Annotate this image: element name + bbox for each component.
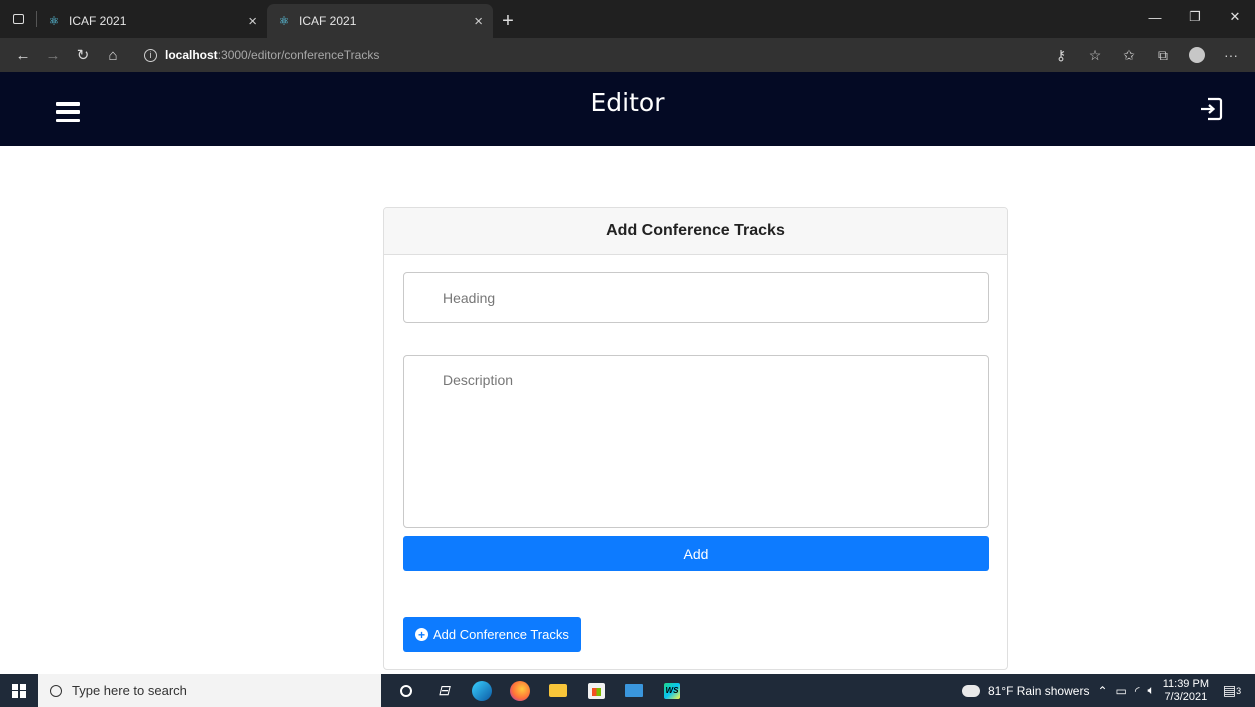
new-tab-button[interactable]: + bbox=[493, 4, 523, 38]
home-icon[interactable]: ⌂ bbox=[98, 40, 128, 70]
taskbar: Type here to search ⊟ WS 81°F Rain showe… bbox=[0, 674, 1255, 707]
react-icon: ⚛ bbox=[48, 14, 60, 28]
heading-input[interactable] bbox=[403, 272, 989, 323]
tab-title: ICAF 2021 bbox=[299, 14, 357, 28]
close-window-icon[interactable]: ✕ bbox=[1215, 0, 1255, 34]
add-tracks-label: Add Conference Tracks bbox=[433, 627, 569, 642]
url-path: :3000/editor/conferenceTracks bbox=[217, 48, 380, 62]
weather-text[interactable]: 81°F Rain showers bbox=[988, 684, 1090, 698]
back-icon[interactable]: ← bbox=[8, 40, 38, 70]
card-title: Add Conference Tracks bbox=[384, 208, 1007, 255]
url-field[interactable]: i localhost:3000/editor/conferenceTracks bbox=[144, 48, 379, 62]
forward-icon[interactable]: → bbox=[38, 40, 68, 70]
url-host: localhost bbox=[165, 48, 218, 62]
taskbar-search[interactable]: Type here to search bbox=[38, 674, 381, 707]
volume-icon[interactable]: 🔈︎ bbox=[1148, 683, 1155, 698]
search-placeholder: Type here to search bbox=[72, 683, 187, 698]
notification-count: 3 bbox=[1236, 685, 1242, 696]
logout-icon[interactable] bbox=[1198, 96, 1224, 122]
webstorm-icon[interactable]: WS bbox=[653, 674, 691, 707]
system-tray: 81°F Rain showers ⌃ ▭ ◜ 🔈︎ 11:39 PM 7/3/… bbox=[961, 678, 1255, 704]
add-conference-tracks-button[interactable]: + Add Conference Tracks bbox=[403, 617, 581, 652]
toolbar-icons: ⚷ ☆ ✩ ⧉ ··· bbox=[1045, 40, 1255, 70]
page-title: Editor bbox=[590, 88, 665, 117]
browser-tab-1[interactable]: ⚛ ICAF 2021 × bbox=[37, 4, 267, 38]
cortana-icon[interactable] bbox=[387, 674, 425, 707]
key-icon[interactable]: ⚷ bbox=[1045, 40, 1077, 70]
close-tab-icon[interactable]: × bbox=[474, 13, 483, 30]
firefox-icon[interactable] bbox=[501, 674, 539, 707]
favorites-icon[interactable]: ✩ bbox=[1113, 40, 1145, 70]
windows-start-icon[interactable] bbox=[0, 674, 38, 707]
add-favorite-icon[interactable]: ☆ bbox=[1079, 40, 1111, 70]
address-bar: ← → ↻ ⌂ i localhost:3000/editor/conferen… bbox=[0, 38, 1255, 72]
mail-icon[interactable] bbox=[615, 674, 653, 707]
search-icon bbox=[50, 684, 62, 697]
description-textarea[interactable] bbox=[403, 355, 989, 528]
close-tab-icon[interactable]: × bbox=[248, 13, 257, 30]
chevron-up-icon[interactable]: ⌃ bbox=[1097, 684, 1107, 698]
minimize-icon[interactable]: — bbox=[1135, 0, 1175, 34]
task-view-icon[interactable]: ⊟ bbox=[425, 674, 463, 707]
clock-time: 11:39 PM bbox=[1162, 677, 1209, 690]
add-tracks-card: Add Conference Tracks Add + Add Conferen… bbox=[383, 207, 1008, 670]
add-button[interactable]: Add bbox=[403, 536, 989, 571]
app-header: Editor bbox=[0, 72, 1255, 146]
clock-date: 7/3/2021 bbox=[1164, 690, 1208, 703]
react-icon: ⚛ bbox=[278, 14, 290, 28]
edge-icon[interactable] bbox=[463, 674, 501, 707]
file-explorer-icon[interactable] bbox=[539, 674, 577, 707]
browser-tab-2[interactable]: ⚛ ICAF 2021 × bbox=[267, 4, 493, 38]
pinned-apps: ⊟ WS bbox=[387, 674, 691, 707]
store-icon[interactable] bbox=[577, 674, 615, 707]
weather-icon bbox=[961, 679, 980, 697]
refresh-icon[interactable]: ↻ bbox=[68, 40, 98, 70]
browser-tab-bar: ⚛ ICAF 2021 × ⚛ ICAF 2021 × + — ❐ ✕ bbox=[0, 0, 1255, 38]
more-options-icon[interactable]: ··· bbox=[1215, 40, 1247, 70]
battery-icon[interactable]: ▭ bbox=[1116, 684, 1127, 698]
plus-circle-icon: + bbox=[415, 628, 428, 641]
notification-icon[interactable]: ▤ 3 bbox=[1217, 682, 1247, 699]
profile-avatar-icon[interactable] bbox=[1189, 47, 1205, 63]
clock[interactable]: 11:39 PM 7/3/2021 bbox=[1163, 678, 1209, 704]
tab-title: ICAF 2021 bbox=[69, 14, 127, 28]
restore-icon[interactable]: ❐ bbox=[1175, 0, 1215, 34]
site-info-icon[interactable]: i bbox=[144, 48, 157, 62]
window-controls: — ❐ ✕ bbox=[1135, 0, 1255, 38]
tab-actions-icon[interactable] bbox=[0, 0, 36, 38]
collections-icon[interactable]: ⧉ bbox=[1147, 40, 1179, 70]
wifi-icon[interactable]: ◜ bbox=[1135, 684, 1140, 698]
